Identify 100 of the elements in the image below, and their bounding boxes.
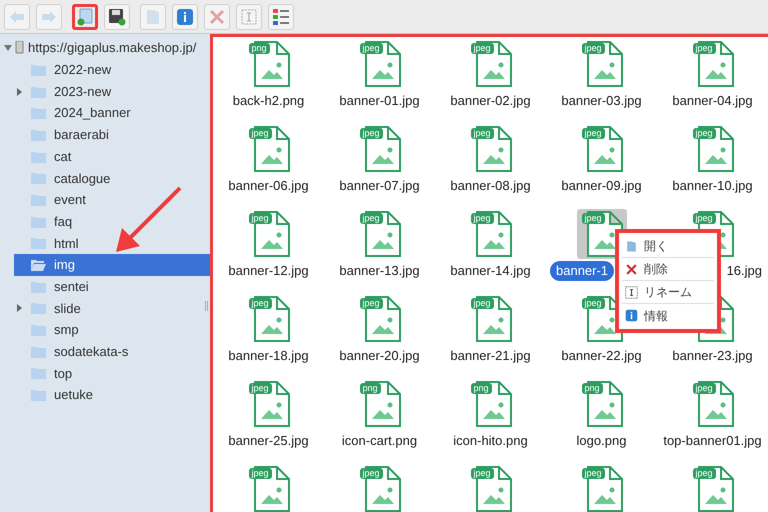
rename-cursor-icon: [625, 286, 638, 298]
file-name[interactable]: back-h2.png: [222, 91, 314, 110]
file-type-badge: jpeg: [582, 298, 605, 309]
file-name[interactable]: banner-02.jpg: [440, 91, 541, 110]
file-type-badge: jpeg: [248, 213, 272, 224]
file-name[interactable]: banner-03.jpg: [551, 91, 652, 110]
file-name[interactable]: banner-21.jpg: [440, 346, 541, 366]
folder-item[interactable]: catalogue: [14, 167, 210, 190]
upload-file-icon: [76, 8, 94, 26]
file-name[interactable]: logo.png: [566, 431, 636, 450]
file-type-badge: jpeg: [248, 468, 272, 479]
file-name[interactable]: icon-hito.png: [443, 431, 538, 450]
file-type-badge: jpeg: [470, 213, 494, 224]
folder-icon: [31, 389, 46, 402]
folder-item[interactable]: html: [14, 232, 210, 254]
folder-item[interactable]: uetuke: [14, 384, 210, 406]
folder-item[interactable]: sentei: [14, 276, 210, 298]
file-type-badge: png: [582, 383, 603, 394]
file-name[interactable]: banner-08.jpg: [440, 176, 541, 196]
rename-cursor-icon: [240, 8, 258, 26]
file-name[interactable]: banner-01.jpg: [329, 91, 430, 110]
file-name[interactable]: banner-25.jpg: [218, 431, 319, 450]
folder-icon: [31, 172, 46, 184]
collapse-triangle-icon[interactable]: [4, 44, 12, 52]
file-type-badge: jpeg: [582, 213, 605, 224]
file-type-badge: jpeg: [582, 468, 605, 479]
folder-icon: [31, 150, 46, 163]
file-type-badge: png: [248, 43, 270, 54]
file-name[interactable]: banner-09.jpg: [551, 176, 652, 196]
folder-icon: [31, 259, 46, 272]
folder-icon: [31, 107, 46, 120]
folder-item[interactable]: baraerabi: [14, 124, 210, 146]
folder-item[interactable]: img: [14, 254, 210, 276]
context-menu-item[interactable]: 削除: [622, 258, 714, 281]
info-icon: [176, 8, 194, 26]
folder-icon: [31, 194, 46, 206]
file-type-badge: jpeg: [692, 43, 716, 54]
file-type-badge: jpeg: [360, 298, 383, 309]
file-type-badge: jpeg: [692, 383, 716, 394]
file-name[interactable]: banner-06.jpg: [218, 176, 319, 196]
file-name[interactable]: banner-18.jpg: [218, 346, 319, 366]
context-menu-item[interactable]: 開く: [622, 235, 714, 258]
folder-icon: [31, 346, 46, 358]
folder-item[interactable]: faq: [14, 210, 210, 232]
file-name[interactable]: banner-07.jpg: [329, 176, 430, 196]
file-type-badge: jpeg: [248, 128, 272, 139]
file-type-badge: jpeg: [692, 128, 716, 139]
folder-icon: [31, 324, 46, 336]
file-name[interactable]: banner-12.jpg: [218, 261, 319, 280]
file-name[interactable]: banner-10.jpg: [662, 176, 763, 196]
resize-handle-icon[interactable]: [205, 301, 208, 311]
file-type-badge: jpeg: [470, 43, 494, 54]
file-type-badge: jpeg: [248, 383, 272, 394]
folder-icon: [31, 280, 46, 293]
book-icon: [625, 240, 638, 252]
folder-item[interactable]: 2023-new: [14, 80, 210, 102]
file-name[interactable]: banner-13.jpg: [329, 261, 430, 280]
folder-item[interactable]: smp: [14, 319, 210, 341]
folder-item[interactable]: event: [14, 189, 210, 211]
upload-button[interactable]: [72, 4, 98, 30]
file-type-badge: png: [360, 383, 381, 394]
folder-icon: [31, 128, 46, 141]
folder-icon: [31, 86, 46, 98]
file-type-badge: png: [470, 383, 492, 394]
file-type-badge: jpeg: [360, 213, 383, 224]
file-name[interactable]: icon-cart.png: [332, 431, 428, 450]
expand-triangle-icon[interactable]: [17, 304, 22, 312]
folder-icon: [31, 367, 46, 380]
folder-item[interactable]: slide: [14, 298, 210, 320]
folder-item[interactable]: top: [14, 362, 210, 384]
folder-item[interactable]: 2022-new: [14, 59, 210, 81]
server-icon: [15, 41, 25, 55]
file-name[interactable]: banner-04.jpg: [662, 91, 763, 110]
file-name[interactable]: banner-23.jpg: [662, 346, 763, 366]
file-type-badge: jpeg: [692, 468, 716, 479]
context-menu-item[interactable]: 情報: [622, 304, 714, 327]
file-type-badge: jpeg: [692, 213, 716, 224]
file-type-badge: jpeg: [360, 468, 383, 479]
expand-triangle-icon[interactable]: [17, 88, 22, 96]
folder-icon: [31, 216, 46, 228]
file-type-badge: jpeg: [470, 298, 494, 309]
tree-root-label[interactable]: https://gigaplus.makeshop.jp/: [28, 38, 196, 58]
file-type-badge: jpeg: [248, 298, 272, 309]
file-name[interactable]: banner-20.jpg: [329, 346, 430, 366]
file-type-badge: jpeg: [582, 128, 605, 139]
context-menu-item[interactable]: リネーム: [622, 281, 714, 304]
file-name[interactable]: top-banner01.jpg: [653, 431, 768, 450]
file-type-badge: jpeg: [470, 468, 494, 479]
file-name[interactable]: banner-22.jpg: [551, 346, 652, 366]
folder-item[interactable]: 2024_banner: [14, 102, 210, 124]
info-button[interactable]: [172, 4, 198, 30]
book-icon: [144, 8, 162, 26]
save-button[interactable]: [104, 4, 130, 30]
view-button[interactable]: [268, 4, 294, 30]
file-name[interactable]: banner-14.jpg: [440, 261, 541, 280]
folder-item[interactable]: sodatekata-s: [14, 340, 210, 363]
file-type-badge: jpeg: [582, 43, 605, 54]
folder-item[interactable]: cat: [14, 146, 210, 168]
file-name[interactable]: 16.jpg: [720, 261, 768, 280]
file-name[interactable]: banner-1: [550, 261, 614, 280]
